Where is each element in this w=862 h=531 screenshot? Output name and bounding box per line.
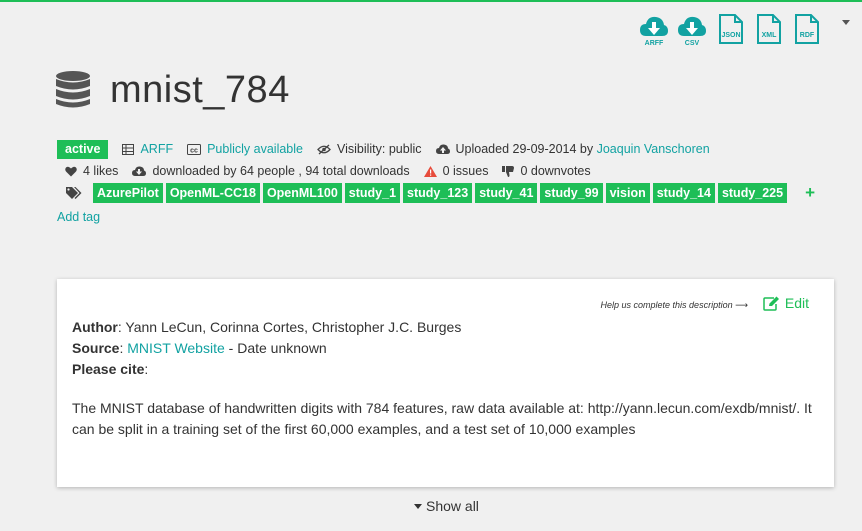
- cite-line: Please cite:: [72, 361, 149, 377]
- tag-study-1[interactable]: study_1: [344, 182, 401, 203]
- table-icon: [122, 143, 135, 155]
- thumbs-down-icon[interactable]: [502, 165, 515, 177]
- show-all-button[interactable]: Show all: [414, 498, 479, 514]
- dataset-stats-row: 4 likes downloaded by 64 people , 94 tot…: [65, 162, 591, 180]
- dataset-meta-row: active ARFF cc Publicly available Visibi…: [57, 139, 710, 159]
- downloads-count: downloaded by 64 people , 94 total downl…: [152, 164, 410, 178]
- cloud-download-icon: [678, 16, 706, 36]
- tag-study-41[interactable]: study_41: [475, 182, 538, 203]
- tag-study-225[interactable]: study_225: [717, 182, 788, 203]
- file-icon: JSON: [719, 14, 743, 44]
- eye-slash-icon: [317, 144, 331, 154]
- download-csv-button[interactable]: CSV: [677, 14, 707, 48]
- download-arff-label: ARFF: [644, 40, 664, 47]
- caret-down-icon: [414, 503, 422, 509]
- download-json-button[interactable]: JSON: [718, 14, 744, 44]
- visibility-text: Visibility: public: [336, 142, 422, 156]
- cloud-upload-icon: [435, 143, 450, 154]
- author-line: Author: Yann LeCun, Corinna Cortes, Chri…: [72, 319, 462, 335]
- likes-count: 4 likes: [83, 164, 119, 178]
- add-tag-link[interactable]: Add tag: [57, 210, 100, 224]
- cloud-download-icon: [132, 165, 147, 176]
- tag-study-14[interactable]: study_14: [652, 182, 715, 203]
- download-xml-label: XML: [762, 32, 778, 39]
- heart-icon[interactable]: [65, 166, 77, 177]
- edit-button[interactable]: Edit: [763, 295, 809, 311]
- download-json-label: JSON: [721, 32, 740, 39]
- tags-row: AzurePilot OpenML-CC18 OpenML100 study_1…: [66, 182, 815, 203]
- tag-vision[interactable]: vision: [605, 182, 650, 203]
- file-icon: RDF: [795, 14, 819, 44]
- download-arff-button[interactable]: ARFF: [639, 14, 669, 48]
- top-accent-bar: [0, 0, 862, 2]
- download-xml-button[interactable]: XML: [756, 14, 782, 44]
- add-tag-plus-icon[interactable]: +: [805, 184, 815, 201]
- cloud-download-icon: [640, 16, 668, 36]
- creative-commons-icon: cc: [187, 143, 202, 155]
- database-icon: [56, 71, 90, 108]
- edit-label: Edit: [784, 295, 809, 311]
- tag-study-99[interactable]: study_99: [540, 182, 603, 203]
- download-rdf-button[interactable]: RDF: [794, 14, 820, 44]
- tag-openml100[interactable]: OpenML100: [262, 182, 342, 203]
- svg-text:cc: cc: [190, 147, 198, 154]
- download-csv-label: CSV: [684, 40, 700, 47]
- status-badge: active: [57, 139, 109, 159]
- help-complete-description[interactable]: Help us complete this description ⟶: [601, 300, 748, 311]
- tag-openml-cc18[interactable]: OpenML-CC18: [165, 182, 260, 203]
- description-card: Help us complete this description ⟶ Edit…: [57, 279, 834, 487]
- source-line: Source: MNIST Website - Date unknown: [72, 340, 327, 356]
- format-link[interactable]: ARFF: [140, 142, 173, 156]
- edit-icon: [763, 296, 779, 311]
- file-icon: XML: [757, 14, 781, 44]
- dataset-title: mnist_784: [110, 69, 290, 111]
- tag-study-123[interactable]: study_123: [403, 182, 473, 203]
- license-link[interactable]: Publicly available: [207, 142, 303, 156]
- tags-icon: [66, 186, 82, 199]
- tag-azurepilot[interactable]: AzurePilot: [93, 182, 163, 203]
- description-text: The MNIST database of handwritten digits…: [72, 400, 812, 437]
- more-downloads-dropdown[interactable]: [842, 20, 850, 25]
- downvotes-count: 0 downvotes: [520, 164, 591, 178]
- uploader-link[interactable]: Joaquin Vanschoren: [597, 142, 710, 156]
- show-all-label: Show all: [426, 498, 479, 514]
- source-link[interactable]: MNIST Website: [127, 340, 225, 356]
- description-body: Author: Yann LeCun, Corinna Cortes, Chri…: [72, 317, 822, 440]
- issues-count[interactable]: 0 issues: [443, 164, 489, 178]
- uploaded-text: Uploaded 29-09-2014 by: [455, 142, 594, 156]
- download-rdf-label: RDF: [800, 32, 815, 39]
- warning-icon: [423, 165, 437, 177]
